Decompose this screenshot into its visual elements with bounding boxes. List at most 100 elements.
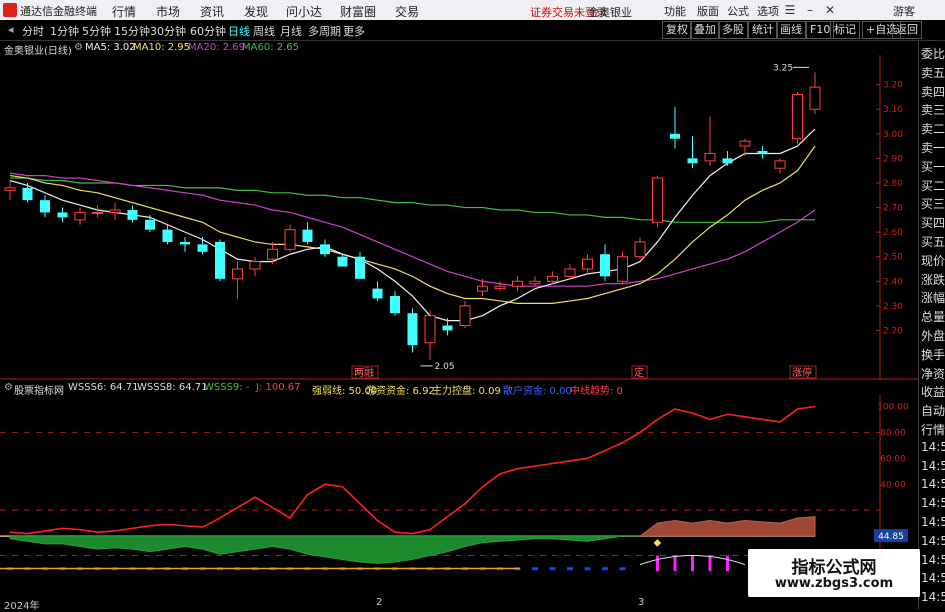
panel-item-2[interactable]: 卖四	[921, 83, 945, 100]
toolbar-button-0[interactable]: 复权	[662, 21, 692, 39]
panel-item-3[interactable]: 卖三	[921, 101, 945, 118]
price-tick-label: 2.50	[883, 253, 903, 263]
period-tab-0[interactable]: 分时	[22, 23, 44, 39]
panel-item-19[interactable]: 自动	[921, 402, 945, 419]
candle-body-up	[704, 152, 716, 162]
panel-item-26[interactable]: 14:50	[921, 534, 945, 548]
candle-body-up	[582, 258, 593, 270]
panel-item-8[interactable]: 买三	[921, 195, 945, 212]
ma10-line	[9, 145, 816, 304]
period-tab-6[interactable]: 日线	[228, 23, 250, 39]
panel-item-22[interactable]: 14:50	[921, 459, 945, 473]
candle-body-down	[320, 244, 330, 255]
retail-bar	[584, 567, 591, 571]
panel-item-9[interactable]: 买四	[921, 214, 945, 231]
panel-item-13[interactable]: 涨幅	[921, 289, 945, 306]
panel-item-14[interactable]: 总量	[921, 308, 945, 325]
price-tick-label: 2.70	[883, 204, 903, 214]
period-tab-3[interactable]: 15分钟	[114, 23, 150, 39]
period-tab-10[interactable]: 更多	[343, 23, 365, 39]
right-menu-1[interactable]: 版面	[697, 3, 719, 19]
toolbar-button-2[interactable]: 多股	[718, 21, 748, 39]
candle-body-up	[249, 261, 261, 270]
low-price-label: 2.05	[435, 362, 455, 372]
toolbar-button-1[interactable]: 叠加	[690, 21, 720, 39]
menu-4[interactable]: 问小达	[286, 3, 322, 20]
panel-item-21[interactable]: 14:50	[921, 440, 945, 454]
panel-item-1[interactable]: 卖五	[921, 64, 945, 81]
panel-item-15[interactable]: 外盘	[921, 327, 945, 344]
close-icon[interactable]: ✕	[822, 2, 838, 18]
candle-body-down	[145, 219, 155, 230]
menu-0[interactable]: 行情	[112, 3, 136, 20]
price-tick-label: 2.60	[883, 228, 903, 238]
period-tab-8[interactable]: 月线	[280, 23, 302, 39]
panel-item-25[interactable]: 14:50	[921, 515, 945, 529]
toolbar-button-8[interactable]: 返回	[892, 21, 922, 39]
kline-chart[interactable]: 3.20 3.10 3.00 2.90 2.80 2.70 2.60 2.50 2.40 2.30…	[0, 55, 918, 380]
panel-item-17[interactable]: 净资	[921, 365, 945, 382]
period-tab-7[interactable]: 周线	[253, 23, 275, 39]
right-menu-2[interactable]: 公式	[727, 3, 749, 19]
date-label-mar: 3	[638, 597, 645, 608]
main-control-bar	[673, 555, 677, 572]
right-menu-3[interactable]: 选项	[757, 3, 779, 19]
high-price-label: 3.25	[773, 63, 793, 73]
panel-item-6[interactable]: 买一	[921, 158, 945, 175]
right-side-panel: 委比卖五卖四 卖三卖二卖一买一买二 买三买四买五现价涨跌 涨幅总量外盘换手净资 收益自动…	[918, 41, 945, 609]
main-control-bar	[691, 555, 694, 572]
panel-item-12[interactable]: 涨跌	[921, 271, 945, 288]
ma5-line	[9, 128, 816, 322]
toolbar-button-4[interactable]: 画线	[776, 21, 806, 39]
menu-3[interactable]: 发现	[244, 3, 268, 20]
ind-tick-label: 100.00	[877, 402, 909, 412]
date-label-feb: 2	[376, 597, 383, 608]
candle-body-up	[92, 211, 103, 214]
settings-icon[interactable]: ⚙	[74, 42, 83, 53]
candle-body-up	[512, 280, 523, 287]
ind-settings-icon[interactable]: ⚙	[4, 382, 13, 393]
period-tab-2[interactable]: 5分钟	[82, 23, 111, 39]
panel-item-24[interactable]: 14:50	[921, 496, 945, 510]
panel-item-16[interactable]: 换手	[921, 346, 945, 363]
panel-item-18[interactable]: 收益	[921, 383, 945, 400]
right-menu-0[interactable]: 功能	[664, 3, 686, 19]
period-tab-4[interactable]: 30分钟	[150, 23, 186, 39]
menu-2[interactable]: 资讯	[200, 3, 224, 20]
ind-tick-label: 60.00	[880, 454, 906, 464]
retail-bar	[619, 567, 626, 571]
toolbar-button-6[interactable]: 标记	[830, 21, 860, 39]
panel-item-27[interactable]: 14:50	[921, 553, 945, 567]
period-tab-1[interactable]: 1分钟	[50, 23, 79, 39]
ma-info-line: 金奥银业(日线) ⚙ MA5: 3.02 MA10: 2.95 MA20: 2.…	[0, 41, 880, 57]
candle-body-up	[739, 140, 751, 147]
panel-item-7[interactable]: 买二	[921, 177, 945, 194]
panel-item-23[interactable]: 14:50	[921, 477, 945, 491]
panel-item-10[interactable]: 买五	[921, 233, 945, 250]
panel-item-29[interactable]: 14:50	[921, 590, 945, 604]
panel-item-20[interactable]: 行情	[921, 421, 945, 438]
menu-icon[interactable]: ☰	[782, 2, 798, 18]
minimize-icon[interactable]: –	[802, 2, 818, 18]
period-tab-9[interactable]: 多周期	[308, 23, 341, 39]
panel-item-5[interactable]: 卖一	[921, 139, 945, 156]
toolbar-button-3[interactable]: 统计	[748, 21, 778, 39]
panel-item-28[interactable]: 14:50	[921, 571, 945, 585]
panel-item-11[interactable]: 现价	[921, 252, 945, 269]
title-bar: 通达信金融终端 证券交易未登录 金奥银业 ☰ – ✕ 游客 行情 市场 资讯 发现 问小…	[0, 0, 945, 20]
menu-1[interactable]: 市场	[156, 3, 180, 20]
candle-body-down	[302, 229, 313, 242]
candle-body-up	[634, 241, 646, 258]
period-tab-5[interactable]: 60分钟	[190, 23, 226, 39]
panel-item-4[interactable]: 卖二	[921, 120, 945, 137]
toolbar-arrow-icon[interactable]: ◂	[8, 23, 14, 36]
candle-body-down	[390, 296, 400, 314]
candle-body-down	[670, 133, 680, 139]
price-tick-label: 2.80	[883, 179, 903, 189]
menu-5[interactable]: 财富圈	[340, 3, 376, 20]
menu-6[interactable]: 交易	[395, 3, 419, 20]
candle-body-up	[424, 315, 436, 344]
candle-body-up	[617, 256, 628, 282]
panel-item-0[interactable]: 委比	[921, 45, 945, 62]
guest-label[interactable]: 游客	[893, 3, 915, 19]
